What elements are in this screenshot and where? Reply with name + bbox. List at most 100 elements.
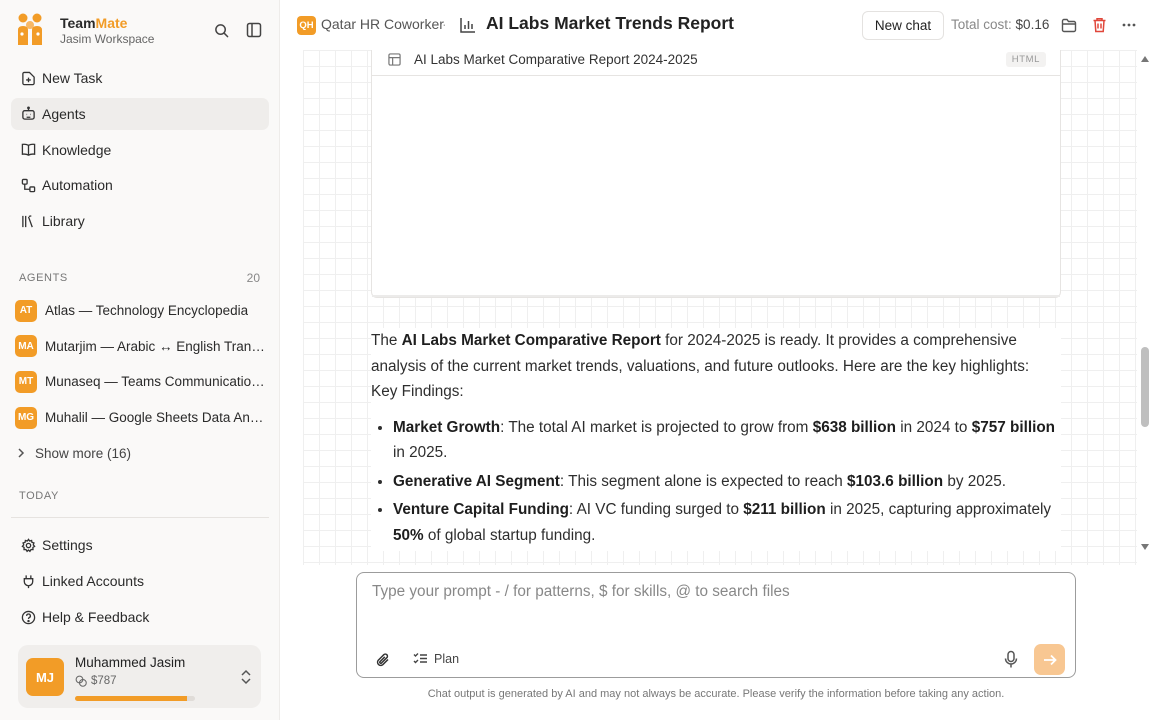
scroll-up-arrow-icon[interactable]	[1141, 56, 1149, 62]
profile-expand-button[interactable]	[239, 669, 253, 685]
agent-avatar: AT	[15, 299, 37, 322]
nav-item-label: New Task	[42, 70, 103, 86]
project-name-link[interactable]: Qatar HR Coworker	[321, 16, 444, 32]
balance-value: $787	[91, 675, 117, 687]
nav-item-label: Automation	[42, 177, 113, 194]
agent-label: Munaseq — Teams Communication Assistant	[45, 374, 267, 390]
delete-chat-button[interactable]	[1089, 15, 1109, 35]
ai-disclaimer: Chat output is generated by AI and may n…	[427, 688, 1005, 700]
findings-list: Market Growth: The total AI market is pr…	[371, 415, 1061, 549]
nav-item-label: Library	[42, 213, 85, 230]
artifact-layout-icon	[388, 53, 401, 66]
nav-item-library[interactable]: Library	[11, 205, 269, 237]
microphone-icon	[1004, 650, 1018, 668]
folder-icon	[1061, 18, 1077, 32]
brand-name: TeamMate	[60, 15, 128, 31]
total-cost: Total cost: $0.16	[951, 17, 1049, 32]
nav-item-label: Agents	[42, 105, 86, 122]
user-profile-card[interactable]: MJ Muhammed Jasim $787	[18, 645, 261, 708]
breadcrumb-separator: ·	[442, 16, 447, 32]
total-cost-label: Total cost:	[951, 17, 1012, 32]
sidebar: TeamMate Jasim Workspace New Task Agents…	[0, 0, 280, 720]
agent-label: Atlas — Technology Encyclopedia	[45, 303, 249, 319]
prompt-input[interactable]	[372, 583, 1062, 601]
chat-messages-area: AI Labs Market Comparative Report 2024-2…	[303, 50, 1137, 565]
nav-item-automation[interactable]: Automation	[11, 169, 269, 201]
prompt-composer: Plan	[356, 572, 1076, 678]
user-balance: $787	[75, 675, 117, 687]
chevron-up-down-icon	[241, 669, 251, 685]
page-title: AI Labs Market Trends Report	[486, 13, 734, 33]
today-section-label: TODAY	[19, 490, 59, 502]
nav-item-agents[interactable]: Agents	[11, 97, 269, 130]
agents-icon	[20, 106, 36, 122]
search-button[interactable]	[210, 19, 232, 41]
show-more-label: Show more (16)	[35, 445, 132, 461]
agents-count: 20	[246, 271, 260, 285]
list-item: Generative AI Segment: This segment alon…	[393, 469, 1061, 495]
artifact-header: AI Labs Market Comparative Report 2024-2…	[372, 50, 1060, 76]
send-button[interactable]	[1034, 644, 1065, 675]
voice-input-button[interactable]	[1003, 650, 1019, 669]
agent-avatar: MA	[15, 335, 37, 358]
brand-header: TeamMate Jasim Workspace	[16, 12, 266, 48]
arrow-right-icon	[1043, 654, 1057, 665]
nav-item-label: Help & Feedback	[42, 609, 150, 625]
agent-item-mutarjim[interactable]: MA Mutarjim — Arabic ↔ English Translato…	[15, 329, 267, 365]
nav-item-linked-accounts[interactable]: Linked Accounts	[11, 565, 269, 597]
book-icon	[20, 142, 36, 158]
scrollbar-thumb[interactable]	[1141, 347, 1149, 427]
checklist-icon	[413, 653, 427, 664]
paperclip-icon	[376, 653, 389, 667]
plug-icon	[20, 573, 36, 589]
usage-progress-bar	[75, 696, 195, 701]
coins-icon	[75, 675, 87, 687]
agents-section-label: AGENTS	[19, 272, 68, 284]
main-nav: New Task Agents Knowledge Automation Lib…	[11, 62, 269, 241]
teammate-logo-icon	[16, 12, 44, 46]
agent-item-munaseq[interactable]: MT Munaseq — Teams Communication Assista…	[15, 364, 267, 400]
toggle-sidebar-button[interactable]	[243, 19, 265, 41]
agent-label: Muhalil — Google Sheets Data Analyst	[45, 410, 267, 426]
nav-item-label: Settings	[42, 537, 93, 553]
list-item: Market Growth: The total AI market is pr…	[393, 415, 1061, 466]
trash-icon	[1093, 18, 1105, 33]
artifact-preview-card[interactable]: AI Labs Market Comparative Report 2024-2…	[371, 50, 1061, 298]
chat-scrollbar[interactable]	[1137, 50, 1152, 555]
nav-item-label: Linked Accounts	[42, 573, 144, 589]
agent-label: Mutarjim — Arabic ↔ English Translator	[45, 338, 267, 354]
search-icon	[214, 23, 228, 37]
chevron-right-icon	[18, 448, 25, 458]
sidebar-divider	[11, 517, 269, 518]
new-chat-button[interactable]: New chat	[862, 11, 944, 40]
nav-item-settings[interactable]: Settings	[11, 529, 269, 561]
more-options-button[interactable]	[1119, 15, 1139, 35]
agent-avatar: MT	[15, 370, 37, 393]
agent-avatar: MG	[15, 406, 37, 429]
nav-item-label: Knowledge	[42, 141, 112, 158]
show-more-agents-button[interactable]: Show more (16)	[17, 443, 131, 463]
more-horizontal-icon	[1122, 23, 1136, 27]
new-task-icon	[20, 70, 36, 86]
project-badge: QH	[297, 16, 316, 35]
agent-item-atlas[interactable]: AT Atlas — Technology Encyclopedia	[15, 293, 267, 329]
nav-item-new-task[interactable]: New Task	[11, 62, 269, 94]
artifact-type-badge: HTML	[1005, 52, 1046, 67]
scroll-down-arrow-icon[interactable]	[1141, 544, 1149, 550]
automation-icon	[20, 177, 36, 193]
artifact-bottom-border	[372, 295, 1060, 297]
nav-item-help-feedback[interactable]: Help & Feedback	[11, 601, 269, 633]
library-icon	[20, 213, 36, 229]
key-findings-heading: Key Findings:	[371, 383, 464, 400]
nav-item-knowledge[interactable]: Knowledge	[11, 134, 269, 166]
message-intro: The AI Labs Market Comparative Report fo…	[371, 332, 1030, 375]
help-icon	[20, 609, 36, 625]
agent-item-muhalil[interactable]: MG Muhalil — Google Sheets Data Analyst	[15, 400, 267, 436]
plan-toggle-button[interactable]: Plan	[413, 652, 459, 666]
folder-button[interactable]	[1059, 15, 1079, 35]
attach-file-button[interactable]	[375, 652, 391, 668]
sidebar-panel-icon	[246, 22, 262, 38]
secondary-nav: Settings Linked Accounts Help & Feedback	[11, 529, 269, 637]
total-cost-value: $0.16	[1015, 17, 1050, 32]
artifact-title: AI Labs Market Comparative Report 2024-2…	[414, 52, 698, 67]
